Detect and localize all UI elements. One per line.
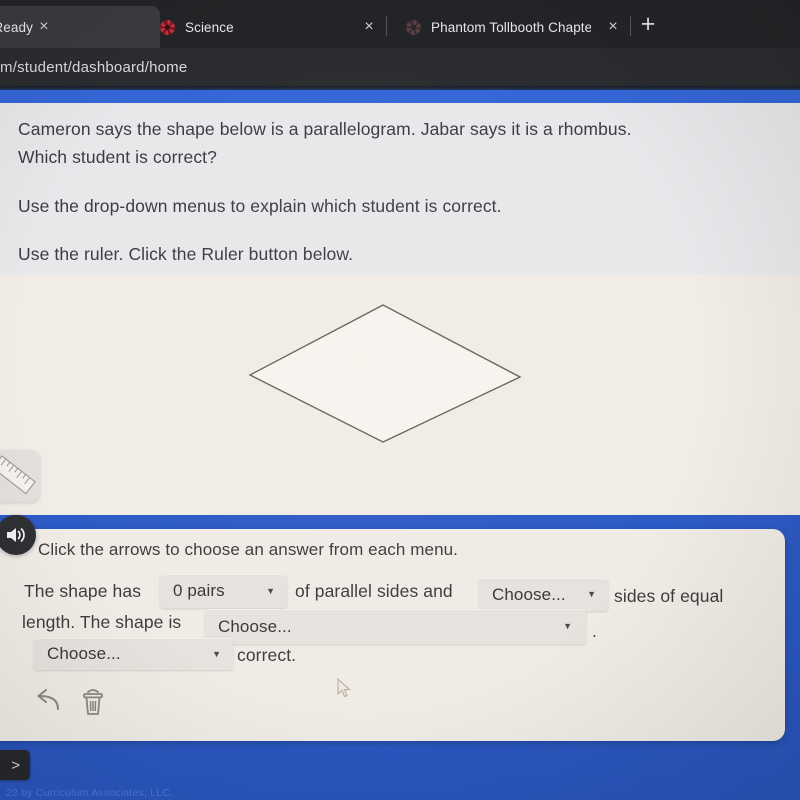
chevron-down-icon: ▼ [212,648,221,659]
dropdown-which-student[interactable]: Choose... ▼ [34,638,233,670]
delete-button[interactable] [80,687,106,722]
trash-icon [83,689,103,715]
text-correct: correct. [237,645,297,665]
chevron-down-icon: ▼ [587,589,596,599]
tab-title: Phantom Tollbooth Chapter 1-3 [431,19,591,35]
tab-title: Science [185,19,234,35]
question-instruction-dropdowns: Use the drop-down menus to explain which… [18,196,502,216]
dropdown-value: Choose... [47,644,121,663]
tab-title: , i-Ready [0,19,33,35]
close-icon[interactable]: × [602,19,624,35]
dropdown-value: Choose... [492,584,566,604]
rhombus-shape[interactable] [230,290,550,460]
undo-button[interactable] [33,688,63,721]
dropdown-sides-of-equal-length[interactable]: Choose... ▼ [479,578,608,611]
question-instruction-ruler: Use the ruler. Click the Ruler button be… [18,244,354,264]
url-text: m/student/dashboard/home [0,58,188,76]
chevron-down-icon: ▼ [563,621,572,631]
dropdown-value: 0 pairs [173,581,225,600]
dropdown-value: Choose... [218,616,292,636]
tab-divider [386,16,387,36]
browser-tab-phantom-tollbooth[interactable]: Phantom Tollbooth Chapter 1-3 × [392,6,630,48]
speaker-icon [7,528,25,542]
dropdown-shape-is[interactable]: Choose... ▼ [205,609,586,644]
next-button[interactable]: > [0,750,30,780]
tab-strip: , i-Ready × Science × Phantom Tollbooth … [0,0,800,48]
next-button-label: > [11,756,20,774]
close-icon[interactable]: × [33,19,55,35]
screenshot-root: , i-Ready × Science × Phantom Tollbooth … [0,0,800,800]
science-favicon-icon [160,19,175,35]
chevron-down-icon: ▼ [266,585,275,596]
mouse-cursor [337,678,351,698]
tab-divider [630,16,631,36]
text-of-parallel-sides-and: of parallel sides and [295,581,453,601]
copyright-text: 22 by Curriculum Associates, LLC. [6,787,174,799]
doc-favicon-icon [406,19,421,35]
browser-tab-science[interactable]: Science × [146,6,386,48]
browser-tab-iready[interactable]: , i-Ready × [0,6,160,48]
url-bar[interactable]: m/student/dashboard/home [0,48,800,86]
text-length-the-shape-is: length. The shape is [22,612,182,632]
text-the-shape-has: The shape has [24,581,142,601]
text-sides-of-equal: sides of equal [614,586,724,606]
close-icon[interactable]: × [358,19,380,35]
new-tab-button[interactable]: + [635,12,661,38]
undo-arrow-icon [37,689,59,710]
panel-instruction: Click the arrows to choose an answer fro… [38,540,458,559]
question-line-1: Cameron says the shape below is a parall… [18,119,632,139]
text-period: . [592,621,597,641]
ruler-tool-button[interactable] [0,450,40,502]
ruler-icon [0,455,36,495]
browser-chrome: , i-Ready × Science × Phantom Tollbooth … [0,0,800,48]
question-line-2: Which student is correct? [18,147,217,167]
dropdown-pairs-of-parallel-sides[interactable]: 0 pairs ▼ [160,574,287,608]
